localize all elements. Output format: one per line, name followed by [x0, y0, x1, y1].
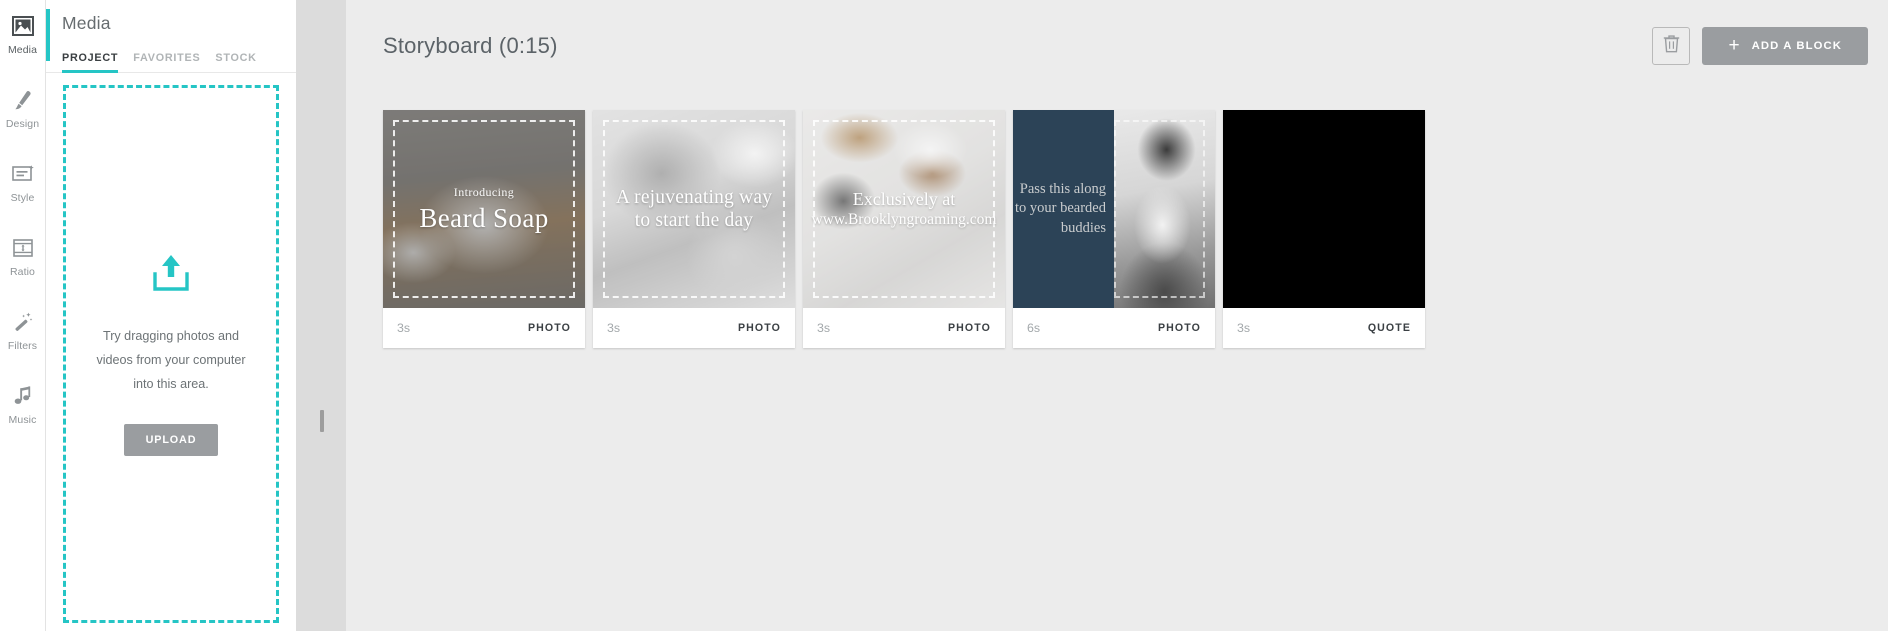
- dropzone-wrapper: Try dragging photos and videos from your…: [46, 73, 296, 631]
- tab-favorites[interactable]: FAVORITES: [133, 52, 200, 72]
- overlay-large-text: Beard Soap: [419, 202, 549, 233]
- card-duration: 3s: [397, 321, 411, 335]
- rail-label-media: Media: [7, 44, 38, 56]
- card-overlay-text: A rejuvenating way to start the day: [593, 110, 795, 308]
- card-meta: 3s PHOTO: [803, 308, 1005, 348]
- magic-wand-icon: [11, 310, 35, 334]
- card-duration: 6s: [1027, 321, 1041, 335]
- card-type-badge: PHOTO: [1158, 322, 1201, 334]
- overlay-line-2: to start the day: [634, 210, 754, 231]
- app-root: Media Design Style Ratio Filters Music M…: [0, 0, 1888, 631]
- ratio-icon: [11, 236, 35, 260]
- card-duration: 3s: [607, 321, 621, 335]
- storyboard-card[interactable]: Pass this along to your bearded buddies …: [1013, 110, 1215, 348]
- card-type-badge: PHOTO: [528, 322, 571, 334]
- overlay-text: Pass this along to your bearded buddies: [1015, 181, 1106, 236]
- card-meta: 3s PHOTO: [383, 308, 585, 348]
- card-thumbnail[interactable]: Pass this along to your bearded buddies: [1013, 110, 1215, 308]
- storyboard-actions: + ADD A BLOCK: [1652, 27, 1868, 65]
- overlay-line-2: www.Brooklyngroaming.com: [811, 210, 997, 228]
- rail-item-media[interactable]: Media: [0, 8, 46, 82]
- rail-label-style: Style: [10, 192, 35, 204]
- rail-item-ratio[interactable]: Ratio: [0, 230, 46, 304]
- rail-label-filters: Filters: [7, 340, 38, 352]
- rail-label-music: Music: [8, 414, 37, 426]
- card-type-badge: PHOTO: [948, 322, 991, 334]
- panel-title: Media: [62, 13, 111, 33]
- upload-button[interactable]: UPLOAD: [123, 423, 219, 456]
- card-type-badge: QUOTE: [1367, 322, 1411, 334]
- add-block-label: ADD A BLOCK: [1751, 40, 1842, 52]
- storyboard-title: Storyboard (0:15): [383, 33, 558, 58]
- overlay-small-text: Introducing: [453, 184, 515, 199]
- rail-item-style[interactable]: Style: [0, 156, 46, 230]
- plus-icon: +: [1728, 34, 1741, 56]
- card-artwork: [1114, 110, 1215, 308]
- storyboard-card[interactable]: A rejuvenating way to start the day 3s P…: [593, 110, 795, 348]
- resize-grip-handle[interactable]: [320, 410, 324, 432]
- delete-button[interactable]: [1652, 27, 1691, 65]
- card-overlay-text: Exclusively at www.Brooklyngroaming.com: [803, 110, 1005, 308]
- panel-resize-divider[interactable]: [296, 0, 346, 631]
- dropzone-message: Try dragging photos and videos from your…: [96, 328, 246, 391]
- style-icon: [11, 162, 35, 186]
- card-thumbnail[interactable]: [1223, 110, 1425, 308]
- tab-stock[interactable]: STOCK: [215, 52, 256, 72]
- overlay-line-1: A rejuvenating way: [615, 187, 773, 208]
- storyboard-card[interactable]: Exclusively at www.Brooklyngroaming.com …: [803, 110, 1005, 348]
- card-duration: 3s: [817, 321, 831, 335]
- card-meta: 3s QUOTE: [1223, 308, 1425, 348]
- upload-icon: [150, 253, 192, 298]
- storyboard-card-list: Introducing Beard Soap 3s PHOTO A rejuve…: [346, 70, 1888, 348]
- trash-icon: [1663, 34, 1680, 58]
- card-thumbnail[interactable]: Exclusively at www.Brooklyngroaming.com: [803, 110, 1005, 308]
- card-text-panel: Pass this along to your bearded buddies: [1013, 110, 1114, 308]
- overlay-line-1: Exclusively at: [852, 188, 956, 209]
- rail-item-design[interactable]: Design: [0, 82, 46, 156]
- storyboard-header: Storyboard (0:15) + ADD A BLOCK: [346, 0, 1888, 70]
- storyboard-card[interactable]: 3s QUOTE: [1223, 110, 1425, 348]
- rail-item-filters[interactable]: Filters: [0, 304, 46, 378]
- image-icon: [11, 14, 35, 38]
- music-note-icon: [11, 384, 35, 408]
- card-type-badge: PHOTO: [738, 322, 781, 334]
- add-block-button[interactable]: + ADD A BLOCK: [1702, 27, 1868, 65]
- media-panel: Media PROJECT FAVORITES STOCK Try draggi…: [46, 0, 296, 631]
- rail-label-ratio: Ratio: [9, 266, 35, 278]
- storyboard-area: Storyboard (0:15) + ADD A BLOCK Introduc…: [346, 0, 1888, 631]
- storyboard-card[interactable]: Introducing Beard Soap 3s PHOTO: [383, 110, 585, 348]
- card-thumbnail[interactable]: A rejuvenating way to start the day: [593, 110, 795, 308]
- card-meta: 6s PHOTO: [1013, 308, 1215, 348]
- rail-label-design: Design: [5, 118, 40, 130]
- tab-project[interactable]: PROJECT: [62, 52, 119, 73]
- rail-item-music[interactable]: Music: [0, 378, 46, 452]
- media-tabs: PROJECT FAVORITES STOCK: [46, 34, 296, 73]
- card-thumbnail[interactable]: Introducing Beard Soap: [383, 110, 585, 308]
- card-artwork: [1223, 110, 1425, 308]
- left-nav-rail: Media Design Style Ratio Filters Music: [0, 0, 46, 631]
- media-dropzone[interactable]: Try dragging photos and videos from your…: [63, 85, 279, 623]
- card-duration: 3s: [1237, 321, 1251, 335]
- card-overlay-text: Introducing Beard Soap: [383, 110, 585, 308]
- brush-icon: [11, 88, 35, 112]
- card-meta: 3s PHOTO: [593, 308, 795, 348]
